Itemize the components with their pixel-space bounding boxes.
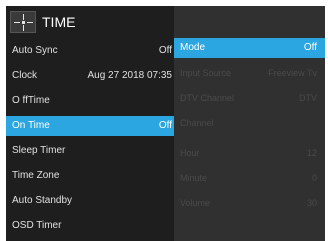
submenu-item-label: Input Source [180, 68, 232, 78]
submenu-item-label: DTV Channel [180, 93, 235, 103]
time-menu-panel: TIME Auto Sync Off Clock Aug 27 2018 07:… [6, 6, 174, 241]
menu-item-label: On Time [12, 120, 50, 131]
submenu-item-value: Freeview Tv [268, 68, 317, 78]
menu-item-label: Auto Standby [12, 195, 73, 206]
submenu-item-label: Volume [180, 198, 211, 208]
menu-item-label: OSD Timer [12, 220, 62, 231]
submenu-item-input-source: Input Source Freeview Tv [174, 63, 325, 83]
menu-item-label: Auto Sync [12, 45, 58, 56]
submenu-item-mode[interactable]: Mode Off [174, 38, 325, 58]
submenu-item-value: 30 [306, 198, 317, 208]
submenu-item-label: Hour [180, 148, 200, 158]
on-time-submenu-panel: Mode Off Input Source Freeview Tv DTV Ch… [174, 6, 325, 241]
submenu-item-hour: Hour 12 [174, 143, 325, 163]
page-title: TIME [42, 14, 76, 30]
menu-item-label: O ffTime [12, 95, 50, 106]
submenu-item-label: Channel [180, 118, 214, 128]
menu-item-on-time[interactable]: On Time Off [6, 116, 174, 136]
submenu-item-minute: Minute 0 [174, 168, 325, 188]
submenu-item-label: Mode [180, 42, 206, 53]
submenu-item-dtv-channel: DTV Channel DTV [174, 88, 325, 108]
menu-item-label: Time Zone [12, 170, 60, 181]
menu-item-auto-sync[interactable]: Auto Sync Off [6, 41, 174, 61]
submenu-item-volume: Volume 30 [174, 193, 325, 213]
submenu-item-value: 0 [311, 173, 317, 183]
tv-settings-screen: TIME Auto Sync Off Clock Aug 27 2018 07:… [6, 6, 325, 241]
menu-item-clock[interactable]: Clock Aug 27 2018 07:35 [6, 66, 174, 86]
clock-crosshair-icon [10, 11, 36, 33]
menu-item-osd-timer[interactable]: OSD Timer [6, 216, 174, 236]
submenu-item-channel: Channel [174, 113, 325, 133]
submenu-item-value: Off [303, 42, 317, 53]
menu-item-value: Aug 27 2018 07:35 [87, 70, 172, 81]
submenu-item-value: 12 [306, 148, 317, 158]
menu-header: TIME [6, 6, 174, 39]
menu-item-label: Clock [12, 70, 38, 81]
menu-item-off-time[interactable]: O ffTime [6, 91, 174, 111]
menu-item-time-zone[interactable]: Time Zone [6, 166, 174, 186]
menu-item-label: Sleep Timer [12, 145, 66, 156]
menu-item-value: Off [158, 120, 172, 131]
submenu-item-value: DTV [299, 93, 317, 103]
menu-item-value: Off [158, 45, 172, 56]
menu-item-sleep-timer[interactable]: Sleep Timer [6, 141, 174, 161]
menu-item-auto-standby[interactable]: Auto Standby [6, 191, 174, 211]
submenu-item-label: Minute [180, 173, 208, 183]
